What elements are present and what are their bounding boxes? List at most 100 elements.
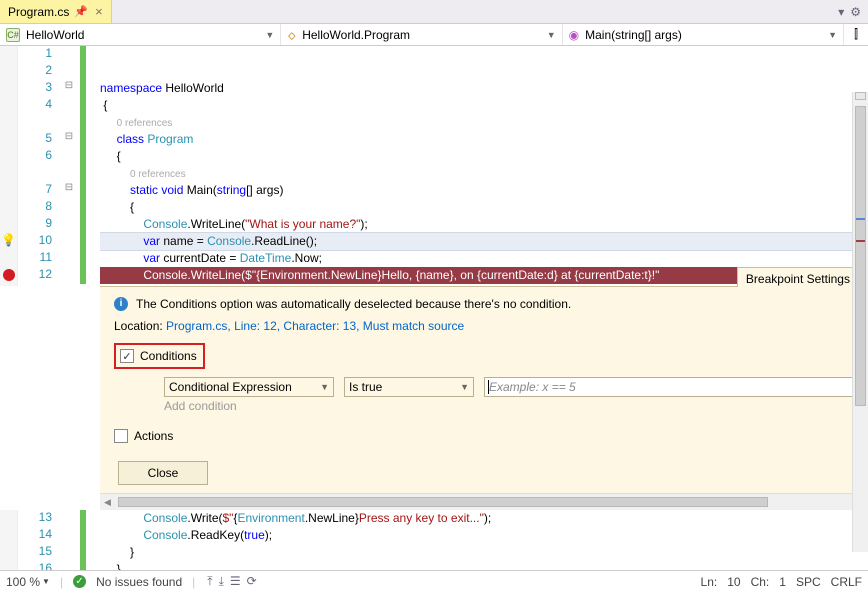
code-line[interactable]: var currentDate = DateTime.Now;	[100, 250, 868, 267]
scrollbar-thumb[interactable]	[855, 106, 866, 406]
nav-method-dropdown[interactable]: ◉ Main(string[] args) ▼	[563, 24, 844, 45]
line-number	[18, 165, 52, 182]
nav-namespace-dropdown[interactable]: C# HelloWorld ▼	[0, 24, 281, 45]
line-number: 14	[18, 527, 52, 544]
tab-overflow-controls: ▾ ⚙	[831, 0, 868, 23]
pin-icon[interactable]: 📌	[74, 5, 88, 18]
split-handle[interactable]	[855, 92, 866, 100]
chevron-down-icon: ▼	[828, 30, 837, 40]
close-icon[interactable]: ×	[93, 4, 103, 19]
bpset-title: Breakpoint Settings	[746, 272, 850, 286]
line-number	[18, 114, 52, 131]
document-tab-program[interactable]: Program.cs 📌 ×	[0, 0, 112, 23]
location-link[interactable]: Program.cs, Line: 12, Character: 13, Mus…	[166, 319, 464, 333]
chevron-down-icon: ▼	[547, 30, 556, 40]
line-number: 11	[18, 250, 52, 267]
bpset-info-message: The Conditions option was automatically …	[136, 297, 571, 311]
code-line[interactable]: namespace HelloWorld	[100, 80, 868, 97]
nav-class-dropdown[interactable]: 🝔 HelloWorld.Program ▼	[281, 24, 562, 45]
lightbulb-icon[interactable]: 💡	[0, 233, 17, 250]
ok-icon: ✓	[73, 575, 86, 588]
code-line[interactable]: var name = Console.ReadLine();	[100, 233, 868, 250]
status-bar: 100 % ▼ | ✓ No issues found | ⤒ ⤓ ☰ ⟳ Ln…	[0, 570, 868, 592]
code-line[interactable]: Console.WriteLine("What is your name?");	[100, 216, 868, 233]
split-editor-button[interactable]: ⫿	[844, 24, 868, 45]
code-line[interactable]: 0 references	[100, 165, 868, 182]
close-button[interactable]: Close	[118, 461, 208, 485]
line-number: 3	[18, 80, 52, 97]
split-icon: ⫿	[854, 27, 858, 42]
nav-namespace-label: HelloWorld	[26, 28, 84, 42]
code-line[interactable]: Console.Write($"{Environment.NewLine}Pre…	[100, 510, 868, 527]
code-line[interactable]	[100, 46, 868, 63]
code-line[interactable]: }	[100, 561, 868, 570]
ln-label: Ln:	[701, 575, 718, 589]
indent-mode[interactable]: SPC	[796, 575, 821, 589]
chevron-down-icon: ▼	[265, 30, 274, 40]
nav-prev-icon[interactable]: ⤒	[205, 574, 214, 589]
code-line[interactable]: }	[100, 544, 868, 561]
method-icon: ◉	[569, 28, 579, 42]
line-number: 16	[18, 561, 52, 570]
nav-method-label: Main(string[] args)	[585, 28, 682, 42]
line-number: 10	[18, 233, 52, 250]
line-number: 12	[18, 267, 52, 284]
chevron-down-icon: ▼	[42, 577, 50, 586]
conditions-checkbox[interactable]: ✓	[120, 349, 134, 363]
class-icon: 🝔	[287, 22, 296, 48]
condition-type-dropdown[interactable]: Conditional Expression ▼	[164, 377, 334, 397]
nav-class-label: HelloWorld.Program	[302, 28, 410, 42]
nav-next-icon[interactable]: ⤓	[217, 574, 226, 589]
code-line[interactable]: class Program	[100, 131, 868, 148]
code-line[interactable]: 0 references	[100, 114, 868, 131]
line-ending-mode[interactable]: CRLF	[831, 575, 862, 589]
conditions-highlight: ✓ Conditions	[114, 343, 205, 369]
close-button-label: Close	[148, 466, 179, 480]
conditions-label: Conditions	[140, 349, 197, 363]
code-line[interactable]: {	[100, 199, 868, 216]
fold-toggle[interactable]: ⊟	[60, 80, 78, 97]
code-editor-lower[interactable]: 1314151617 Console.Write($"{Environment.…	[0, 510, 868, 570]
ln-value: 10	[727, 575, 740, 589]
vertical-scrollbar[interactable]	[852, 92, 868, 552]
caret-marker	[856, 218, 865, 220]
error-nav-icons: ⤒ ⤓ ☰ ⟳	[205, 574, 258, 589]
chevron-down-icon: ▼	[320, 382, 329, 392]
condition-op-value: Is true	[349, 380, 382, 394]
line-number: 9	[18, 216, 52, 233]
breakpoint-dot[interactable]	[3, 269, 15, 281]
breakpoint-settings-panel: Breakpoint Settings × i The Conditions o…	[100, 286, 868, 510]
fold-toggle[interactable]: ⊟	[60, 182, 78, 199]
ch-value: 1	[779, 575, 786, 589]
condition-op-dropdown[interactable]: Is true ▼	[344, 377, 474, 397]
scroll-left-icon[interactable]: ◀	[104, 497, 111, 508]
line-number: 15	[18, 544, 52, 561]
fold-toggle[interactable]: ⊟	[60, 131, 78, 148]
refresh-icon[interactable]: ⟳	[245, 574, 259, 589]
actions-checkbox[interactable]	[114, 429, 128, 443]
tab-filename: Program.cs	[8, 5, 69, 19]
code-line[interactable]: {	[100, 148, 868, 165]
code-line[interactable]: Console.ReadKey(true);	[100, 527, 868, 544]
code-editor[interactable]: 💡123456789101112⊟⊟⊟namespace HelloWorld …	[0, 46, 868, 286]
breakpoint-marker	[856, 240, 865, 242]
nav-list-icon[interactable]: ☰	[228, 574, 243, 589]
issues-label[interactable]: No issues found	[96, 575, 182, 589]
gear-icon[interactable]: ⚙	[847, 5, 864, 19]
code-line[interactable]	[100, 63, 868, 80]
line-number: 6	[18, 148, 52, 165]
line-number: 1	[18, 46, 52, 63]
actions-label: Actions	[134, 429, 173, 443]
code-line[interactable]: {	[100, 97, 868, 114]
horizontal-scrollbar[interactable]: ◀ ▶	[100, 493, 868, 510]
csharp-project-icon: C#	[6, 28, 20, 42]
condition-expression-input[interactable]: Example: x == 5	[484, 377, 854, 397]
line-number: 7	[18, 182, 52, 199]
condition-type-value: Conditional Expression	[169, 380, 292, 394]
line-number: 2	[18, 63, 52, 80]
code-line[interactable]: static void Main(string[] args)	[100, 182, 868, 199]
zoom-dropdown[interactable]: 100 % ▼	[6, 575, 50, 589]
window-dropdown-icon[interactable]: ▾	[835, 5, 847, 19]
scrollbar-thumb[interactable]	[118, 497, 768, 507]
add-condition-link[interactable]: Add condition	[164, 399, 854, 413]
